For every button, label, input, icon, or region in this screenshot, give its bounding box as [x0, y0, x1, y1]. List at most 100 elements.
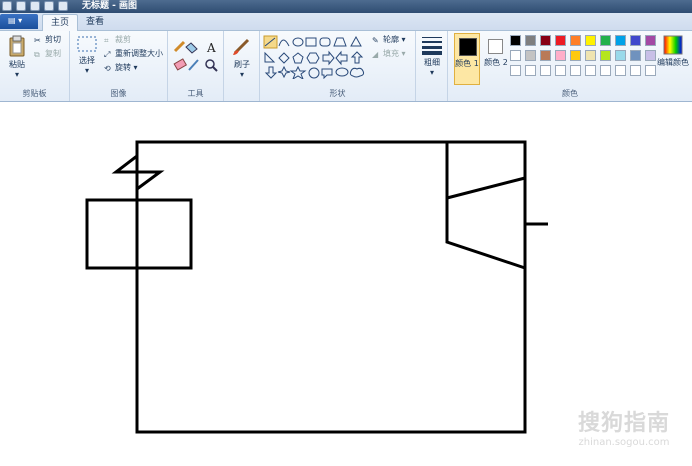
palette-color-swatch[interactable] — [510, 35, 521, 46]
palette-color-swatch[interactable] — [615, 35, 626, 46]
color2-swatch — [488, 39, 503, 54]
palette-color-swatch[interactable] — [585, 35, 596, 46]
resize-button[interactable]: ⤢ 重新调整大小 — [104, 48, 163, 60]
up-arrow-icon — [350, 51, 364, 64]
custom-color-slot[interactable] — [540, 65, 551, 76]
palette-color-swatch[interactable] — [555, 35, 566, 46]
edit-colors-label: 编辑颜色 — [657, 58, 689, 67]
redo-icon[interactable] — [44, 1, 54, 11]
text-icon[interactable]: A — [206, 41, 216, 55]
palette-color-swatch[interactable] — [585, 50, 596, 61]
palette-color-swatch[interactable] — [540, 50, 551, 61]
palette-color-swatch[interactable] — [555, 50, 566, 61]
watermark-main: 搜狗指南 — [577, 411, 670, 436]
color-picker-icon[interactable] — [188, 59, 199, 71]
custom-color-slot[interactable] — [570, 65, 581, 76]
shapes-group-label: 形状 — [329, 89, 346, 98]
scissors-icon: ✂ — [34, 36, 41, 45]
save-icon[interactable] — [16, 1, 26, 11]
custom-color-slot[interactable] — [585, 65, 596, 76]
palette-color-swatch[interactable] — [570, 50, 581, 61]
tab-view[interactable]: 查看 — [78, 14, 112, 30]
custom-color-slot[interactable] — [630, 65, 641, 76]
palette-color-swatch[interactable] — [540, 35, 551, 46]
custom-color-slot[interactable] — [615, 65, 626, 76]
brushes-group: 刷子 ▾ — [224, 31, 260, 101]
magnifier-icon[interactable] — [205, 59, 218, 72]
clipboard-group-label: 剪贴板 — [22, 89, 47, 98]
right-arrow-icon — [322, 50, 335, 66]
crop-button[interactable]: ⌗ 裁剪 — [104, 34, 131, 46]
palette-color-swatch[interactable] — [510, 50, 521, 61]
brushes-button[interactable]: 刷子 ▾ — [228, 35, 256, 79]
title-bar: 无标题 - 画图 — [0, 0, 692, 13]
cut-button[interactable]: ✂ 剪切 — [34, 34, 61, 46]
palette-color-swatch[interactable] — [630, 50, 641, 61]
size-button[interactable]: 粗细 ▾ — [419, 35, 445, 77]
drawing-canvas[interactable]: 搜狗指南 zhinan.sogou.com — [0, 102, 692, 466]
custom-color-slot[interactable] — [600, 65, 611, 76]
paste-button[interactable]: 粘贴 ▾ — [4, 35, 30, 79]
colors-group: 颜色 1 颜色 2 编辑颜色 颜色 — [448, 31, 692, 101]
rectangle-shape-icon — [305, 37, 317, 47]
oval-shape-icon — [292, 37, 304, 47]
palette-color-swatch[interactable] — [645, 50, 656, 61]
hexagon-shape-icon — [306, 52, 320, 64]
pencil-icon[interactable] — [173, 40, 186, 53]
palette-color-swatch[interactable] — [600, 35, 611, 46]
left-arrow-icon — [335, 50, 348, 66]
custom-color-slot[interactable] — [645, 65, 656, 76]
polygon-shape-icon — [333, 37, 347, 47]
color1-button[interactable]: 颜色 1 — [454, 33, 480, 85]
custom-color-slot[interactable] — [510, 65, 521, 76]
callout-oval-icon — [335, 67, 349, 77]
custom-color-slot[interactable] — [555, 65, 566, 76]
color-spectrum-icon — [663, 35, 683, 55]
rounded-rectangle-icon — [319, 37, 331, 47]
small-rectangle — [85, 198, 193, 270]
customize-qat-icon[interactable] — [58, 1, 68, 11]
triangle-shape-icon — [350, 35, 362, 47]
watermark-url: zhinan.sogou.com — [578, 437, 670, 448]
palette-color-swatch[interactable] — [615, 50, 626, 61]
copy-button[interactable]: ⧉ 复制 — [34, 48, 61, 60]
custom-color-slot[interactable] — [525, 65, 536, 76]
outline-button[interactable]: ✎ 轮廓 ▾ — [372, 34, 406, 46]
color1-label: 颜色 1 — [455, 59, 479, 68]
quick-access-toolbar — [2, 1, 68, 12]
palette-color-swatch[interactable] — [600, 50, 611, 61]
file-menu-button[interactable] — [0, 14, 38, 29]
select-button[interactable]: 选择 ▾ — [74, 35, 100, 75]
image-group-label: 图像 — [110, 89, 127, 98]
pentagon-shape-icon — [292, 52, 304, 64]
trapezoid-bottom-edge — [445, 142, 526, 270]
color1-swatch — [459, 38, 477, 56]
palette-color-swatch[interactable] — [570, 35, 581, 46]
select-rectangle-icon — [77, 36, 97, 52]
colors-group-label: 颜色 — [562, 89, 578, 98]
four-point-star-icon — [277, 65, 291, 79]
shapes-gallery[interactable] — [263, 35, 367, 79]
palette-color-swatch[interactable] — [525, 35, 536, 46]
tools-group-label: 工具 — [187, 89, 204, 98]
eraser-icon[interactable] — [173, 58, 188, 71]
palette-color-swatch[interactable] — [645, 35, 656, 46]
fill-bucket-icon[interactable] — [185, 42, 198, 54]
shapes-group: ✎ 轮廓 ▾ ◢ 填充 ▾ 形状 — [260, 31, 416, 101]
curve-shape-icon — [278, 39, 290, 47]
watermark: 搜狗指南 zhinan.sogou.com — [578, 405, 670, 448]
color2-label: 颜色 2 — [484, 58, 508, 67]
palette-color-swatch[interactable] — [525, 50, 536, 61]
clipboard-icon — [9, 35, 25, 57]
paint-app-icon[interactable] — [2, 1, 12, 11]
fill-button[interactable]: ◢ 填充 ▾ — [372, 48, 406, 60]
undo-icon[interactable] — [30, 1, 40, 11]
tools-group: A 工具 — [168, 31, 224, 101]
palette-color-swatch[interactable] — [630, 35, 641, 46]
rotate-button[interactable]: ⟲ 旋转 ▾ — [104, 62, 138, 74]
color2-button[interactable]: 颜色 2 — [484, 33, 508, 85]
edit-colors-button[interactable]: 编辑颜色 — [656, 35, 690, 68]
tab-home[interactable]: 主页 — [42, 14, 79, 31]
window-title: 无标题 - 画图 — [82, 1, 138, 11]
ribbon: 粘贴 ▾ ✂ 剪切 ⧉ 复制 剪贴板 选择 ▾ ⌗ 裁剪 ⤢ 重新调整大小 ⟲ 旋转 ▾ 图像 — [0, 31, 692, 102]
